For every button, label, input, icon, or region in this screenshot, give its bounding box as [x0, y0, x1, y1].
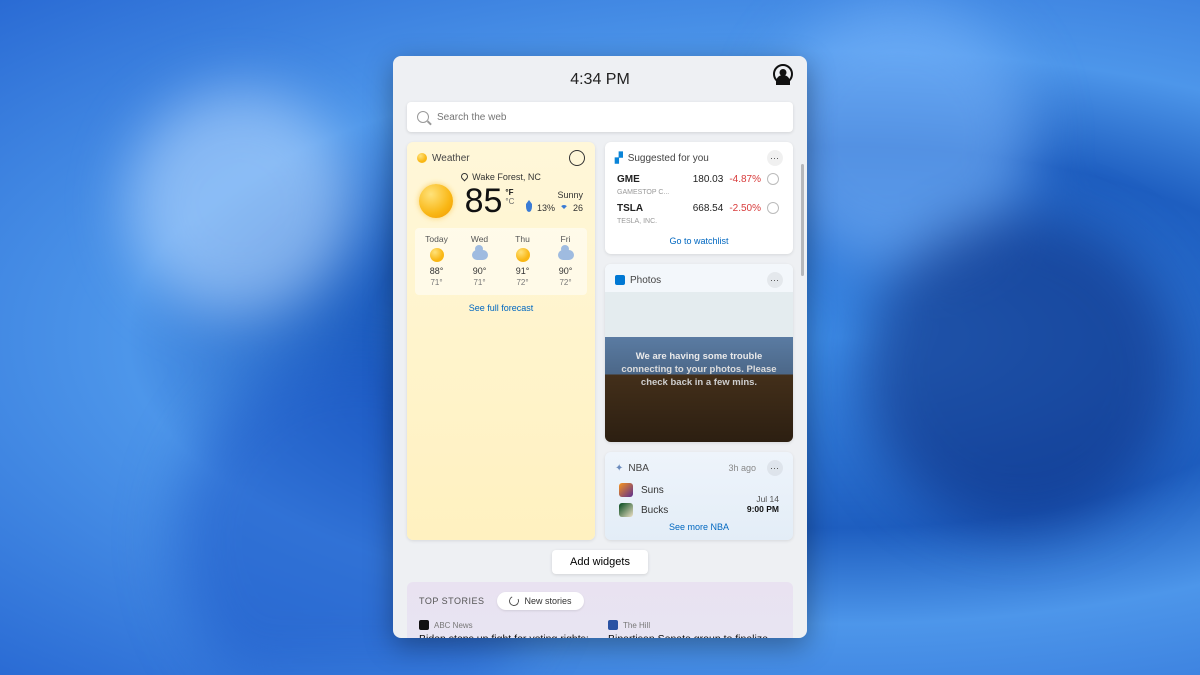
nba-widget[interactable]: ✦NBA 3h ago ⋯ Suns Bucks Jul 149:00 PM S…	[605, 452, 793, 540]
home-pin-icon	[461, 172, 468, 182]
nba-link[interactable]: See more NBA	[605, 514, 793, 540]
search-box[interactable]	[407, 102, 793, 132]
add-widgets-button[interactable]: Add widgets	[552, 550, 648, 574]
stock-row[interactable]: GME 180.03 -4.87% GAMESTOP C...	[605, 170, 793, 199]
forecast-icon	[558, 250, 574, 260]
stocks-widget[interactable]: ▞ Suggested for you ⋯ GME 180.03 -4.87% G…	[605, 142, 793, 254]
watchlist-star-icon[interactable]	[767, 173, 779, 185]
clock-time: 4:34 PM	[570, 71, 630, 89]
forecast-icon	[472, 250, 488, 260]
stock-row[interactable]: TSLA 668.54 -2.50% TESLA, INC.	[605, 199, 793, 228]
story-item[interactable]: The Hill Bipartisan Senate group to fina…	[608, 620, 781, 638]
top-stories-widget: TOP STORIES New stories ABC News Biden s…	[407, 582, 793, 638]
refresh-icon	[507, 595, 520, 608]
stocks-icon: ▞	[615, 153, 623, 164]
suns-logo-icon	[619, 483, 633, 497]
sports-icon: ✦	[615, 463, 623, 474]
nba-time-ago: 3h ago	[728, 463, 756, 473]
new-stories-button[interactable]: New stories	[497, 592, 584, 610]
sun-icon	[419, 184, 453, 218]
weather-menu-icon[interactable]	[569, 150, 585, 166]
profile-avatar-icon[interactable]	[773, 64, 793, 84]
forecast-icon	[516, 248, 530, 262]
photos-icon	[615, 275, 625, 285]
forecast-grid: Today Wed Thu Fri 88° 90° 91° 90° 71° 71…	[415, 228, 587, 295]
weather-temp: 85	[465, 184, 503, 218]
scrollbar[interactable]	[801, 164, 804, 276]
weather-widget[interactable]: Weather Wake Forest, NC 85 °F °C Sunny	[407, 142, 595, 540]
photos-menu-icon[interactable]: ⋯	[767, 272, 783, 288]
photos-widget[interactable]: Photos ⋯ We are having some trouble conn…	[605, 264, 793, 442]
weather-title: Weather	[432, 153, 470, 164]
unit-c[interactable]: °C	[505, 197, 514, 206]
stocks-menu-icon[interactable]: ⋯	[767, 150, 783, 166]
story-item[interactable]: ABC News Biden steps up fight for voting…	[419, 620, 592, 638]
unit-f[interactable]: °F	[505, 188, 514, 197]
watchlist-star-icon[interactable]	[767, 202, 779, 214]
widgets-panel: 4:34 PM Weather Wake Forest, NC 85 °F	[393, 56, 807, 638]
nba-menu-icon[interactable]: ⋯	[767, 460, 783, 476]
source-badge-icon	[419, 620, 429, 630]
bucks-logo-icon	[619, 503, 633, 517]
humidity-icon	[526, 204, 532, 212]
weather-condition: Sunny	[557, 190, 583, 200]
weather-location: Wake Forest, NC	[407, 172, 595, 182]
stocks-title: Suggested for you	[628, 153, 709, 164]
search-input[interactable]	[437, 112, 783, 123]
weather-forecast-link[interactable]: See full forecast	[407, 295, 595, 321]
precip-icon	[560, 205, 568, 211]
story-headline: Bipartisan Senate group to finalize infr…	[608, 633, 781, 638]
game-datetime: Jul 149:00 PM	[605, 494, 793, 514]
story-headline: Biden steps up fight for voting rights: …	[419, 633, 592, 638]
weather-icon	[417, 153, 427, 163]
photos-error-message: We are having some trouble connecting to…	[605, 351, 793, 389]
photos-title: Photos	[630, 275, 661, 286]
search-icon	[417, 111, 429, 123]
watchlist-link[interactable]: Go to watchlist	[605, 228, 793, 254]
photos-preview: We are having some trouble connecting to…	[605, 292, 793, 442]
top-stories-title: TOP STORIES	[419, 596, 485, 606]
forecast-icon	[430, 248, 444, 262]
nba-title: NBA	[628, 463, 649, 474]
source-badge-icon	[608, 620, 618, 630]
